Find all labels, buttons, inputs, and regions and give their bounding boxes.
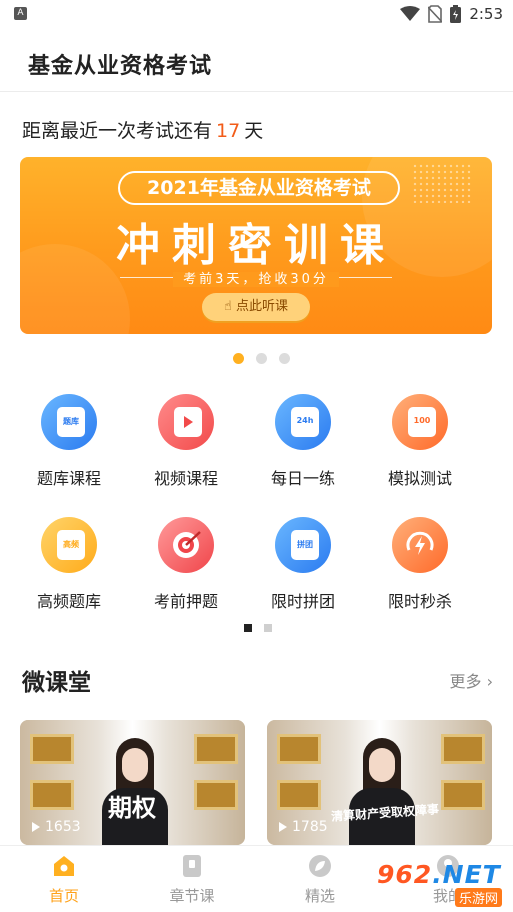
feature-label: 每日一练 [270, 469, 335, 488]
watermark-sub: 乐游网 [455, 888, 503, 907]
plaque-decoration [441, 734, 485, 764]
countdown-suffix: 天 [244, 120, 264, 142]
play-icon [32, 822, 40, 832]
banner-headline: 冲刺密训课 [116, 220, 396, 271]
feature-label: 限时秒杀 [387, 592, 452, 611]
app-bar: 基金从业资格考试 [0, 30, 513, 92]
play-count-value: 1785 [292, 819, 328, 835]
section-title: 微课堂 [22, 670, 91, 696]
play-count-value: 1653 [45, 819, 81, 835]
high-frequency-icon: 高频 [41, 517, 97, 573]
home-icon [54, 856, 74, 876]
feature-flash-sale[interactable]: 限时秒杀 [365, 511, 475, 621]
plaque-decoration [277, 734, 321, 764]
pager-dot-active[interactable] [244, 624, 252, 632]
feature-high-frequency[interactable]: 高频 高频题库 [14, 511, 124, 621]
status-icons: 2:53 [400, 4, 503, 24]
pager-dot[interactable] [264, 624, 272, 632]
flash-sale-icon [392, 517, 448, 573]
video-card[interactable]: 清算财产受取权障事 1785 [267, 720, 492, 845]
notification-icon: A [14, 7, 27, 20]
feature-exam-prediction[interactable]: 考前押题 [131, 511, 241, 621]
play-count: 1653 [32, 819, 81, 835]
tab-label: 章节课 [169, 887, 215, 905]
plaque-decoration [194, 780, 238, 810]
countdown-prefix: 距离最近一次考试还有 [22, 120, 213, 142]
video-play-icon [158, 394, 214, 450]
banner-subline: 考前3天，抢收30分 [173, 272, 339, 287]
feature-label: 视频课程 [153, 469, 218, 488]
tab-chapter-course[interactable]: 章节课 [128, 846, 256, 912]
feature-label: 考前押题 [153, 592, 218, 611]
question-bank-icon: 题库 [41, 394, 97, 450]
watermark-main: 962.NET [377, 860, 501, 889]
page-title: 基金从业资格考试 [28, 54, 213, 79]
exam-countdown: 距离最近一次考试还有 17 天 [22, 116, 263, 143]
banner-pager [233, 353, 290, 364]
score-100-icon: 100 [392, 394, 448, 450]
pager-dot[interactable] [256, 353, 267, 364]
card-caption: 期权 [108, 794, 156, 822]
plaque-decoration [441, 780, 485, 810]
feature-daily-practice[interactable]: 24h 每日一练 [248, 388, 358, 498]
chevron-right-icon: › [481, 672, 493, 691]
feature-label: 高频题库 [36, 592, 101, 611]
status-bar: A 2:53 [0, 0, 513, 30]
banner-subline-wrap: 考前3天，抢收30分 [20, 268, 492, 287]
tab-label: 首页 [48, 887, 79, 905]
book-icon [183, 855, 201, 877]
clock: 2:53 [469, 5, 503, 23]
hand-pointer-icon: ☝ [223, 299, 232, 314]
feature-label: 模拟测试 [387, 469, 452, 488]
banner-dot-pattern [412, 163, 472, 203]
daily-24h-icon: 24h [275, 394, 331, 450]
pager-dot-active[interactable] [233, 353, 244, 364]
leaf-icon [309, 855, 331, 877]
wifi-icon [400, 6, 421, 21]
tab-home[interactable]: 首页 [0, 846, 128, 912]
battery-icon [450, 5, 462, 23]
video-card[interactable]: 期权 1653 [20, 720, 245, 845]
group-buy-icon: 拼团 [275, 517, 331, 573]
tab-featured[interactable]: 精选 [256, 846, 384, 912]
feature-label: 题库课程 [36, 469, 101, 488]
no-sim-icon [428, 5, 443, 23]
plaque-decoration [30, 780, 74, 810]
watermark-domain: .NET [432, 860, 501, 889]
listen-button[interactable]: ☝ 点此听课 [202, 293, 310, 321]
plaque-decoration [30, 734, 74, 764]
more-label: 更多 [449, 672, 482, 691]
feature-question-bank[interactable]: 题库 题库课程 [14, 388, 124, 498]
feature-video-course[interactable]: 视频课程 [131, 388, 241, 498]
more-link[interactable]: 更多 › [450, 668, 494, 692]
plaque-decoration [277, 780, 321, 810]
feature-label: 限时拼团 [270, 592, 335, 611]
presenter-image [345, 738, 419, 845]
play-icon [279, 822, 287, 832]
feature-group-buy[interactable]: 拼团 限时拼团 [248, 511, 358, 621]
target-icon [158, 517, 214, 573]
tab-label: 精选 [304, 887, 335, 905]
pager-dot[interactable] [279, 353, 290, 364]
play-count: 1785 [279, 819, 328, 835]
promo-banner[interactable]: 2021年基金从业资格考试 冲刺密训课 考前3天，抢收30分 ☝ 点此听课 [20, 157, 492, 334]
countdown-days: 17 [216, 120, 241, 142]
feature-mock-test[interactable]: 100 模拟测试 [365, 388, 475, 498]
plaque-decoration [194, 734, 238, 764]
banner-pill-title: 2021年基金从业资格考试 [118, 171, 400, 205]
watermark-logo: 962.NET 乐游网 [373, 858, 509, 908]
watermark-number: 962 [377, 860, 433, 889]
feature-pager [244, 624, 272, 632]
listen-button-label: 点此听课 [236, 299, 289, 314]
